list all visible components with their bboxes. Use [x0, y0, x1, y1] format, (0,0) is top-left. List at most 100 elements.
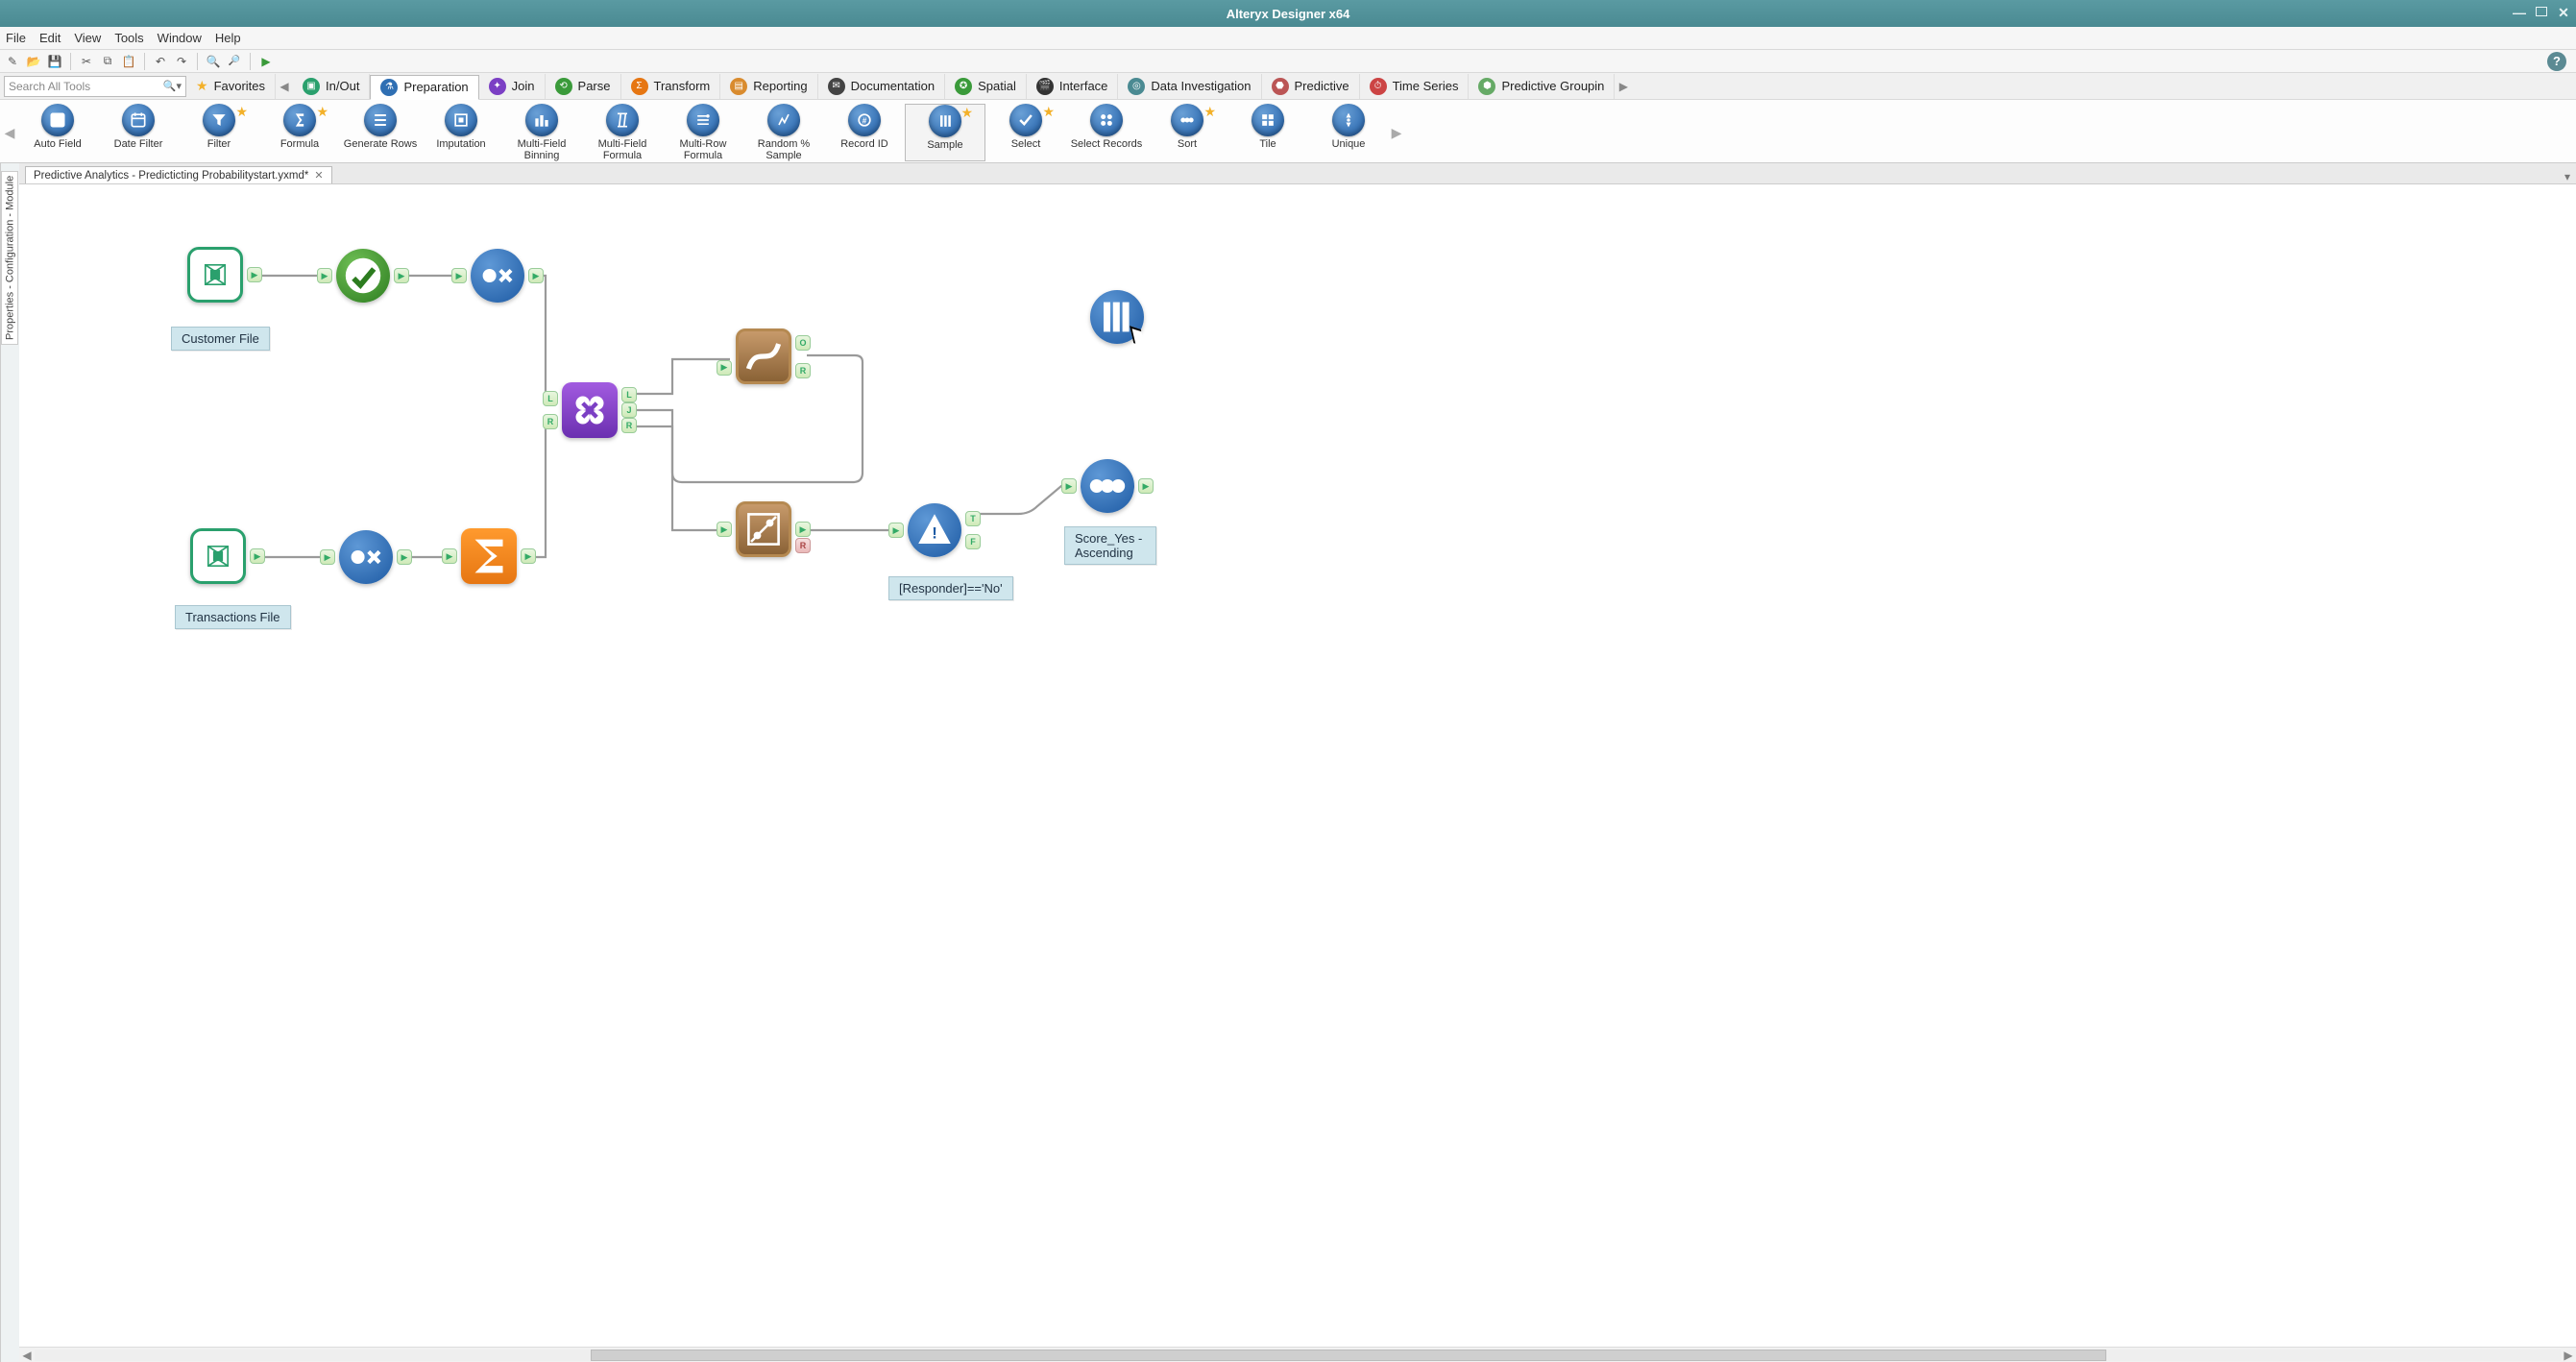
- tool-sort[interactable]: ★ Sort: [1147, 104, 1227, 161]
- output-port-j[interactable]: J: [621, 402, 637, 418]
- undo-icon[interactable]: ↶: [152, 53, 169, 70]
- tool-filter[interactable]: ★ Filter: [179, 104, 259, 161]
- menu-view[interactable]: View: [74, 31, 101, 45]
- tool-tile[interactable]: Tile: [1227, 104, 1308, 161]
- tool-select-records[interactable]: Select Records: [1066, 104, 1147, 161]
- side-panel-tabs[interactable]: Properties - Configuration - Module: [0, 163, 19, 1362]
- cat-predictive[interactable]: ⬣ Predictive: [1262, 74, 1360, 99]
- canvas-area[interactable]: ▶ Customer File ▶ ▶ ▶ ▶: [19, 184, 2576, 1347]
- maximize-button[interactable]: [2536, 7, 2547, 16]
- cat-interface[interactable]: 🎬 Interface: [1027, 74, 1119, 99]
- output-port[interactable]: ▶: [247, 267, 262, 282]
- tool-unique[interactable]: Unique: [1308, 104, 1389, 161]
- palette-left[interactable]: ◀: [2, 104, 17, 161]
- output-port[interactable]: ▶: [1138, 478, 1154, 494]
- input-port[interactable]: ▶: [717, 360, 732, 376]
- cat-scroll-left[interactable]: ◀: [276, 75, 293, 98]
- node-score-top[interactable]: ▶ O R: [736, 328, 791, 384]
- node-select-bottom[interactable]: ▶ ▶: [339, 530, 393, 584]
- redo-icon[interactable]: ↷: [173, 53, 190, 70]
- menu-window[interactable]: Window: [158, 31, 202, 45]
- input-port[interactable]: ▶: [442, 548, 457, 564]
- node-filter[interactable]: ! ▶ T F: [908, 503, 961, 557]
- scroll-right-icon[interactable]: ▶: [2561, 1349, 2576, 1362]
- cat-favorites[interactable]: ★ Favorites: [186, 74, 276, 99]
- run-button[interactable]: ▶: [257, 53, 275, 70]
- node-select-top[interactable]: ▶ ▶: [471, 249, 524, 303]
- node-score-bottom[interactable]: ▶ ▶ R: [736, 501, 791, 557]
- tool-formula[interactable]: ★ Formula: [259, 104, 340, 161]
- menu-help[interactable]: Help: [215, 31, 241, 45]
- output-port[interactable]: ▶: [528, 268, 544, 283]
- new-icon[interactable]: ✎: [4, 53, 21, 70]
- tool-sample[interactable]: ★ Sample: [905, 104, 985, 161]
- tool-record-id[interactable]: # Record ID: [824, 104, 905, 161]
- output-port[interactable]: ▶: [394, 268, 409, 283]
- output-port[interactable]: ▶: [521, 548, 536, 564]
- node-join[interactable]: L R L J R: [562, 382, 618, 438]
- cat-predictive-grouping[interactable]: ⬢ Predictive Groupin: [1469, 74, 1615, 99]
- node-data-cleanse[interactable]: ▶ ▶: [336, 249, 390, 303]
- input-port[interactable]: ▶: [1061, 478, 1077, 494]
- node-sort[interactable]: ▶ ▶: [1081, 459, 1134, 513]
- input-port[interactable]: ▶: [317, 268, 332, 283]
- tool-multi-row-formula[interactable]: Multi-Row Formula: [663, 104, 743, 161]
- zoom-out-icon[interactable]: 🔎: [226, 53, 243, 70]
- input-port[interactable]: ▶: [717, 522, 732, 537]
- cat-data-investigation[interactable]: ◎ Data Investigation: [1118, 74, 1261, 99]
- cat-reporting[interactable]: ▤ Reporting: [720, 74, 817, 99]
- tool-imputation[interactable]: Imputation: [421, 104, 501, 161]
- cat-time-series[interactable]: ⏱ Time Series: [1360, 74, 1470, 99]
- paste-icon[interactable]: 📋: [120, 53, 137, 70]
- cat-documentation[interactable]: ✉ Documentation: [818, 74, 945, 99]
- cat-parse[interactable]: ⟲ Parse: [546, 74, 621, 99]
- close-button[interactable]: ✕: [2555, 4, 2572, 21]
- output-port[interactable]: ▶: [397, 549, 412, 565]
- output-port-r[interactable]: R: [795, 363, 811, 378]
- cat-preparation[interactable]: ⚗ Preparation: [370, 75, 478, 100]
- node-input-transactions[interactable]: ▶: [190, 528, 246, 584]
- tab-overflow-icon[interactable]: ▾: [2559, 170, 2576, 183]
- cat-inout[interactable]: ▣ In/Out: [293, 74, 370, 99]
- save-icon[interactable]: 💾: [46, 53, 63, 70]
- output-port-r[interactable]: R: [621, 418, 637, 433]
- tool-random-sample[interactable]: Random % Sample: [743, 104, 824, 161]
- node-input-customer[interactable]: ▶: [187, 247, 243, 303]
- zoom-in-icon[interactable]: 🔍: [205, 53, 222, 70]
- tool-auto-field[interactable]: Auto Field: [17, 104, 98, 161]
- cut-icon[interactable]: ✂: [78, 53, 95, 70]
- tool-multi-field-formula[interactable]: Multi-Field Formula: [582, 104, 663, 161]
- open-icon[interactable]: 📂: [25, 53, 42, 70]
- input-port[interactable]: ▶: [320, 549, 335, 565]
- input-port-l[interactable]: L: [543, 391, 558, 406]
- horizontal-scrollbar[interactable]: ◀ ▶: [19, 1347, 2576, 1362]
- input-port[interactable]: ▶: [451, 268, 467, 283]
- tool-generate-rows[interactable]: Generate Rows: [340, 104, 421, 161]
- palette-right[interactable]: ▶: [1389, 104, 1404, 161]
- document-tab[interactable]: Predictive Analytics - Predicticting Pro…: [25, 166, 332, 183]
- scroll-thumb[interactable]: [591, 1350, 2106, 1361]
- output-port-f[interactable]: F: [965, 534, 981, 549]
- close-tab-icon[interactable]: ✕: [314, 169, 323, 182]
- output-port-r[interactable]: R: [795, 538, 811, 553]
- side-panel-label[interactable]: Properties - Configuration - Module: [2, 171, 19, 345]
- tool-select[interactable]: ★ Select: [985, 104, 1066, 161]
- tool-date-filter[interactable]: Date Filter: [98, 104, 179, 161]
- search-tools-input[interactable]: Search All Tools 🔍▾: [4, 76, 186, 97]
- cat-transform[interactable]: Σ Transform: [621, 74, 721, 99]
- node-summarize[interactable]: ▶ ▶: [461, 528, 517, 584]
- scroll-left-icon[interactable]: ◀: [19, 1349, 35, 1362]
- output-port[interactable]: ▶: [250, 548, 265, 564]
- output-port-t[interactable]: T: [965, 511, 981, 526]
- cat-scroll-right[interactable]: ▶: [1615, 75, 1632, 98]
- cat-spatial[interactable]: ✪ Spatial: [945, 74, 1027, 99]
- toolbar-help-icon[interactable]: ?: [2547, 52, 2566, 71]
- copy-icon[interactable]: ⧉: [99, 53, 116, 70]
- input-port-r[interactable]: R: [543, 414, 558, 429]
- menu-file[interactable]: File: [6, 31, 26, 45]
- cat-join[interactable]: ✦ Join: [479, 74, 546, 99]
- input-port[interactable]: ▶: [888, 523, 904, 538]
- tool-multi-field-binning[interactable]: Multi-Field Binning: [501, 104, 582, 161]
- output-port[interactable]: ▶: [795, 522, 811, 537]
- scroll-track[interactable]: [35, 1350, 2561, 1361]
